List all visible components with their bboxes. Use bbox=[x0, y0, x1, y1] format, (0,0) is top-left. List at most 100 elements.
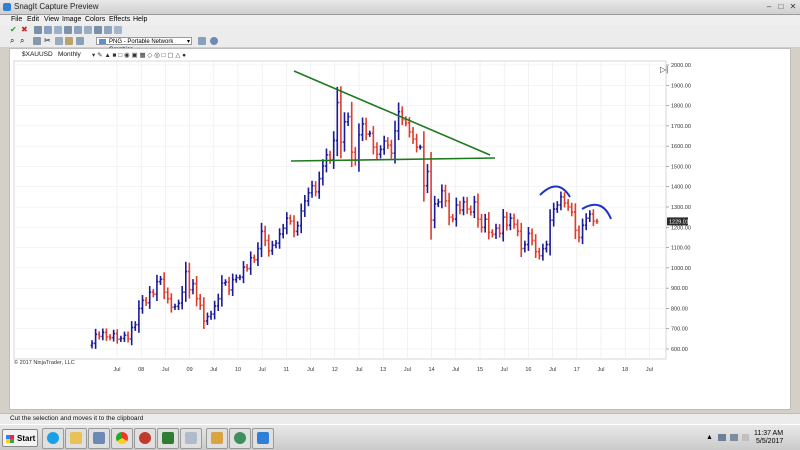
taskbar-app-snagit[interactable] bbox=[252, 428, 274, 449]
system-tray: ▲ 11:37 AM 5/5/2017 bbox=[700, 429, 796, 447]
x-tick-label: 08 bbox=[138, 367, 144, 373]
ohlc-bar bbox=[317, 171, 321, 199]
ohlc-bar bbox=[339, 86, 343, 159]
copy-icon[interactable] bbox=[55, 37, 63, 45]
menu-effects[interactable]: Effects bbox=[109, 16, 130, 23]
ohlc-bar bbox=[411, 127, 415, 144]
tray-arrow-icon[interactable]: ▲ bbox=[706, 434, 713, 441]
ohlc-bar bbox=[361, 117, 364, 142]
taskbar-app-excel[interactable] bbox=[157, 428, 179, 449]
start-button[interactable]: Start bbox=[2, 429, 38, 447]
ohlc-bar bbox=[285, 212, 289, 235]
x-tick-label: 09 bbox=[187, 367, 193, 373]
send-icon[interactable] bbox=[64, 26, 72, 34]
ohlc-bar bbox=[242, 261, 245, 284]
ohlc-bar bbox=[267, 234, 271, 257]
excel-icon bbox=[162, 432, 174, 444]
open-icon[interactable] bbox=[54, 26, 62, 34]
y-tick-label: 1000.00 bbox=[671, 266, 691, 272]
snagit-icon bbox=[257, 432, 269, 444]
arc-annotation-left bbox=[539, 185, 571, 198]
x-tick-label: Jul bbox=[597, 367, 604, 373]
zoom-in-icon[interactable]: ⌕ bbox=[10, 37, 18, 45]
ohlc-bar bbox=[108, 334, 112, 341]
menu-image[interactable]: Image bbox=[62, 16, 81, 23]
ohlc-bar bbox=[559, 191, 563, 211]
price-chart: Jul 08 Jul 09 Jul 10 Jul 11 Jul 12 Jul 13 Jul 14 Jul 15… bbox=[13, 60, 691, 373]
menu-file[interactable]: File bbox=[11, 16, 22, 23]
menu-edit[interactable]: Edit bbox=[27, 16, 39, 23]
web-icon[interactable] bbox=[210, 37, 218, 45]
resize-icon[interactable] bbox=[94, 26, 102, 34]
ohlc-bar bbox=[307, 187, 310, 207]
format-dropdown[interactable]: PNG - Portable Network Graphics ▾ bbox=[96, 37, 192, 53]
ohlc-bar bbox=[357, 123, 361, 172]
taskbar-app-circle[interactable] bbox=[134, 428, 156, 449]
x-tick-label: 15 bbox=[477, 367, 483, 373]
y-tick-label: 1400.00 bbox=[671, 185, 691, 191]
print-icon[interactable] bbox=[34, 26, 42, 34]
captured-image: $XAUUSD Monthly ▾ ✎ ▲ ■ □ ◉ ▣ ▦ ◇ ◎ □ ▢ … bbox=[9, 48, 791, 410]
select-all-icon[interactable] bbox=[76, 37, 84, 45]
ohlc-bar bbox=[148, 286, 152, 309]
ohlc-bar bbox=[454, 197, 458, 227]
ohlc-bar bbox=[541, 243, 545, 261]
crop-icon[interactable] bbox=[33, 37, 41, 45]
monitor-icon bbox=[93, 432, 105, 444]
ohlc-bar bbox=[115, 329, 119, 344]
ohlc-bar bbox=[288, 214, 292, 225]
menu-bar: File Edit View Image Colors Effects Help bbox=[0, 15, 800, 25]
ohlc-bar bbox=[483, 213, 487, 233]
flip-icon[interactable] bbox=[114, 26, 122, 34]
paste-icon[interactable] bbox=[65, 37, 73, 45]
ohlc-bar bbox=[505, 211, 509, 231]
clock-time[interactable]: 11:37 AM bbox=[754, 430, 783, 437]
cancel-icon[interactable]: ✖ bbox=[21, 26, 29, 34]
skype-icon bbox=[47, 432, 59, 444]
taskbar-app-document[interactable] bbox=[180, 428, 202, 449]
menu-colors[interactable]: Colors bbox=[85, 16, 105, 23]
save-icon[interactable] bbox=[44, 26, 52, 34]
ohlc-bar bbox=[299, 203, 303, 234]
flag-icon[interactable] bbox=[742, 434, 749, 441]
network-icon[interactable] bbox=[718, 434, 726, 441]
taskbar-app-skype[interactable] bbox=[42, 428, 64, 449]
chart-copyright: © 2017 NinjaTrader, LLC bbox=[14, 360, 75, 366]
zoom-out-icon[interactable]: ⌕ bbox=[20, 37, 28, 45]
taskbar-app-tools[interactable] bbox=[206, 428, 228, 449]
x-tick-label: Jul bbox=[646, 367, 653, 373]
taskbar: Start ▲ 11:37 AM 5/5/2017 bbox=[0, 424, 800, 450]
ohlc-bar bbox=[509, 213, 512, 231]
ohlc-bar bbox=[166, 287, 170, 304]
ohlc-bar bbox=[462, 196, 465, 216]
ohlc-bar bbox=[209, 310, 213, 320]
clock-date[interactable]: 5/5/2017 bbox=[756, 438, 783, 445]
taskbar-app-explorer[interactable] bbox=[65, 428, 87, 449]
minimize-icon[interactable]: – bbox=[764, 2, 774, 11]
clipboard-icon[interactable] bbox=[74, 26, 82, 34]
maximize-icon[interactable]: □ bbox=[776, 2, 786, 11]
close-icon[interactable]: ✕ bbox=[788, 2, 798, 11]
format-options-icon[interactable] bbox=[198, 37, 206, 45]
ohlc-bar bbox=[584, 213, 588, 231]
checkmark-icon[interactable]: ✔ bbox=[10, 26, 18, 34]
ohlc-bar bbox=[97, 331, 101, 340]
volume-icon[interactable] bbox=[730, 434, 738, 441]
taskbar-app-chrome[interactable] bbox=[111, 428, 133, 449]
menu-help[interactable]: Help bbox=[133, 16, 147, 23]
rotate-icon[interactable] bbox=[104, 26, 112, 34]
cut-icon[interactable]: ✂ bbox=[44, 37, 52, 45]
taskbar-app-globe[interactable] bbox=[229, 428, 251, 449]
x-tick-label: 12 bbox=[332, 367, 338, 373]
ohlc-bar bbox=[570, 202, 574, 217]
taskbar-app-monitor[interactable] bbox=[88, 428, 110, 449]
ohlc-bar bbox=[577, 225, 581, 243]
properties-icon[interactable] bbox=[84, 26, 92, 34]
last-price-label: 1229.01 bbox=[669, 219, 689, 225]
ohlc-bar bbox=[130, 321, 134, 346]
collapse-panel-icon[interactable]: ▷| bbox=[660, 65, 670, 75]
x-tick-label: Jul bbox=[259, 367, 266, 373]
toolbar-secondary: ⌕ ⌕ ✂ PNG - Portable Network Graphics ▾ bbox=[0, 36, 800, 53]
ohlc-bar bbox=[548, 209, 552, 256]
menu-view[interactable]: View bbox=[44, 16, 59, 23]
